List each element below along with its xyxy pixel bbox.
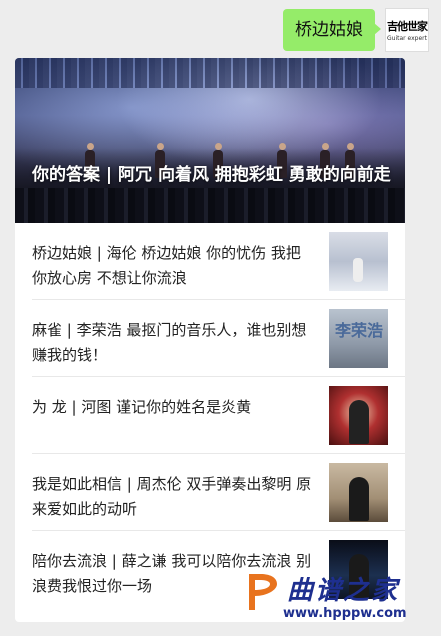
list-item[interactable]: 为 龙 | 河图 谨记你的姓名是炎黄 [15,377,405,454]
list-item[interactable]: 麻雀 | 李荣浩 最抠门的音乐人，谁也别想赚我的钱！ 李荣浩 [15,300,405,377]
singer-thumbnail [329,232,388,291]
singer-thumbnail [329,463,388,522]
avatar[interactable]: 吉他世家 Guitar expert [385,8,429,52]
crowd [15,188,405,223]
article-card[interactable]: 你的答案 | 阿冗 向着风 拥抱彩虹 勇敢的向前走 桥边姑娘 | 海伦 桥边姑娘… [15,58,405,622]
avatar-caption: Guitar expert [387,35,427,42]
list-item[interactable]: 桥边姑娘 | 海伦 桥边姑娘 你的忧伤 我把你放心房 不想让你流浪 [15,223,405,300]
cover-image[interactable]: 你的答案 | 阿冗 向着风 拥抱彩虹 勇敢的向前走 [15,58,405,223]
site-watermark: 曲谱之家 www.hpppw.com [243,570,433,622]
watermark-text: 曲谱之家 [287,576,400,606]
watermark-url: www.hpppw.com [283,606,407,621]
list-item-title: 桥边姑娘 | 海伦 桥边姑娘 你的忧伤 我把你放心房 不想让你流浪 [32,244,301,287]
list-item-title: 为 龙 | 河图 谨记你的姓名是炎黄 [32,398,252,416]
message-row: 桥边姑娘 吉他世家 Guitar expert [283,8,429,52]
list-item-title: 我是如此相信 | 周杰伦 双手弹奏出黎明 原来爱如此的动听 [32,475,312,518]
cover-title[interactable]: 你的答案 | 阿冗 向着风 拥抱彩虹 勇敢的向前走 [32,162,392,188]
list-item[interactable]: 我是如此相信 | 周杰伦 双手弹奏出黎明 原来爱如此的动听 [15,454,405,531]
album-thumbnail: 李荣浩 [329,309,388,368]
article-list: 桥边姑娘 | 海伦 桥边姑娘 你的忧伤 我把你放心房 不想让你流浪 麻雀 | 李… [15,223,405,608]
singer-thumbnail [329,386,388,445]
message-bubble[interactable]: 桥边姑娘 [283,9,381,51]
thumbnail-lettering: 李荣浩 [335,321,384,340]
stage-lights [15,58,405,88]
list-item-title: 麻雀 | 李荣浩 最抠门的音乐人，谁也别想赚我的钱！ [32,321,307,364]
avatar-signature: 吉他世家 [387,20,428,33]
watermark-logo-icon [249,574,277,610]
